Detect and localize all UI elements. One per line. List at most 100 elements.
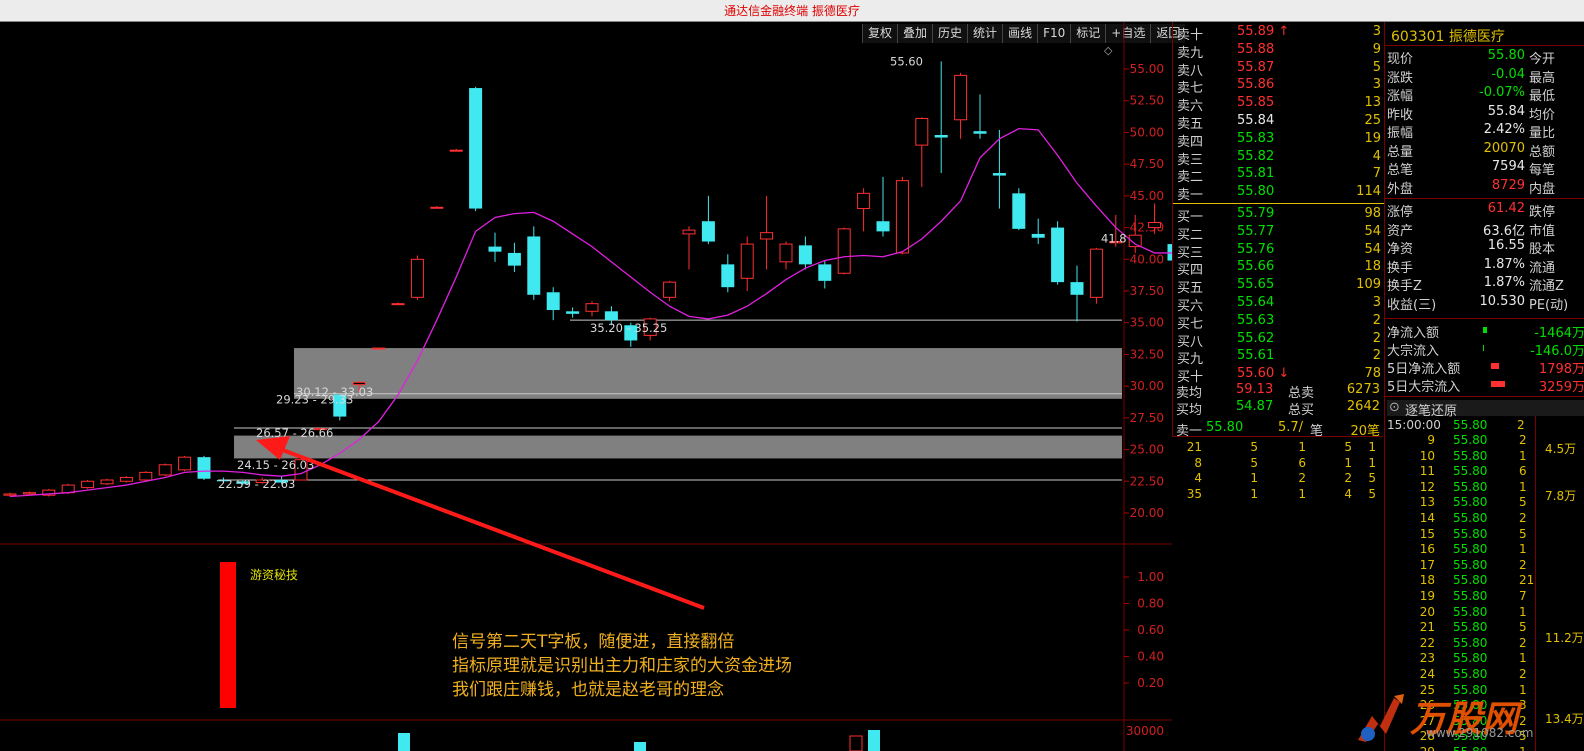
y-tick-label: 47.50 (1130, 157, 1164, 171)
y-tick-label: 27.50 (1130, 411, 1164, 425)
tick-volume: 1 (1519, 604, 1527, 619)
flow-bar-icon (1491, 363, 1499, 369)
price-annotation: 35.20 - 35.25 (590, 321, 667, 335)
info-label-right: 内盘 (1529, 181, 1556, 197)
info-row: 涨停 61.42 跌停 (1387, 201, 1584, 220)
info-value: 55.80 (1487, 48, 1525, 63)
candle-body (585, 303, 599, 312)
candle-body (1148, 222, 1162, 229)
candle-body (372, 347, 386, 350)
level-label: 买四 (1177, 263, 1204, 279)
y-tick-label: 30.00 (1130, 379, 1164, 393)
bid-row: 买六 55.64 3 (1177, 295, 1383, 314)
level-price: 55.80 (1237, 184, 1275, 200)
info-row: 换手Z 1.87% 流通Z (1387, 275, 1584, 294)
candle-body (701, 221, 715, 242)
y-tick-label: 35.00 (1130, 316, 1164, 330)
tick-index: 10 (1419, 448, 1435, 463)
tick-volume: 5 (1519, 495, 1527, 510)
info-label: 昨收 (1387, 107, 1414, 123)
ask-row: 卖四 55.83 19 (1177, 130, 1383, 150)
info-label-right: 总额 (1529, 144, 1556, 160)
y-tick-label: 52.50 (1130, 94, 1164, 108)
info-value: 8729 (1491, 177, 1525, 193)
indicator-tick-label: 1.00 (1137, 570, 1164, 584)
queue-value: 5 (1368, 471, 1376, 485)
tick-index: 14 (1419, 511, 1435, 525)
info-label: 净资 (1387, 242, 1414, 257)
level-price: 55.83 (1237, 130, 1275, 146)
info-label: 收益(三) (1387, 297, 1437, 313)
ask-row: 卖一 55.80 114 (1177, 184, 1383, 204)
queue-value: 1 (1250, 471, 1258, 485)
level-price: 55.77 (1237, 223, 1275, 239)
queue-divider (1172, 436, 1383, 437)
level-label: 买八 (1177, 334, 1204, 350)
level-price: 55.62 (1237, 330, 1275, 346)
candle-body (158, 464, 172, 476)
avg-buy-row: 买均 54.87 总买 2642 (1176, 399, 1382, 418)
flow-tick-icon (1491, 381, 1505, 387)
tick-index: 15 (1419, 526, 1435, 541)
level-volume: 114 (1356, 184, 1381, 200)
level-label: 卖一 (1177, 188, 1204, 204)
candle-body (449, 149, 463, 152)
y-tick-label: 50.00 (1130, 125, 1164, 139)
info-value: 16.55 (1487, 238, 1525, 253)
y-tick-label: 45.00 (1130, 189, 1164, 203)
support-zone (294, 348, 1122, 399)
info-row: 收益(三) 10.530 PE(动) (1387, 294, 1584, 313)
queue-value: 5 (1250, 440, 1258, 454)
ask-row: 卖二 55.81 7 (1177, 166, 1383, 185)
annotation-line-2: 指标原理就是识别出主力和庄家的大资金进场 (452, 656, 792, 676)
volume-bar (634, 742, 646, 751)
tick-index: 23 (1419, 651, 1435, 666)
level-volume: 7 (1372, 166, 1381, 182)
candle-body (779, 243, 793, 263)
info-row: 资产 63.6亿 市值 (1387, 220, 1584, 239)
sell1-price: 55.80 (1206, 420, 1244, 435)
tick-price: 55.80 (1453, 589, 1488, 603)
candle-body (100, 479, 114, 485)
info-label: 涨停 (1387, 205, 1414, 220)
order-book: 卖十 55.89 ↑ 3 卖九 55.88 9 卖八 55.87 5 卖七 55.86 3 卖六 55.8… (1172, 22, 1384, 437)
level-volume: 3 (1372, 295, 1381, 310)
level-label: 卖三 (1177, 152, 1204, 168)
sum-label: 总买 (1288, 403, 1315, 418)
watermark-url: www.291082.com (1426, 726, 1534, 740)
level-volume: 2 (1372, 348, 1381, 364)
tick-price: 55.80 (1453, 526, 1488, 541)
level-price: 55.85 (1237, 95, 1275, 111)
level-price: 55.66 (1237, 259, 1275, 275)
tick-price: 55.80 (1453, 433, 1488, 447)
tick-price: 55.80 (1453, 464, 1488, 479)
candle-body (915, 117, 929, 146)
level-volume: 5 (1372, 59, 1381, 75)
tick-price: 55.80 (1453, 511, 1488, 525)
info-label: 换手 (1387, 260, 1414, 276)
queue-value: 4 (1194, 471, 1202, 485)
level-volume: 13 (1364, 95, 1381, 111)
info-row: 振幅 2.42% 量比 (1387, 122, 1584, 141)
tick-price: 55.80 (1453, 448, 1488, 463)
stock-header[interactable]: 603301 振德医疗 (1391, 26, 1505, 46)
info-label-right: 流通 (1529, 260, 1556, 276)
bid-row: 买十 55.60 ↓ 78 (1177, 366, 1383, 385)
bid-row: 买四 55.66 18 (1177, 259, 1383, 279)
info-label-right: 市值 (1529, 223, 1556, 239)
tick-row: 19 55.80 7 (1385, 589, 1584, 604)
info-label-right: 最低 (1529, 89, 1556, 104)
tick-row: 20 55.80 1 (1385, 605, 1584, 620)
info-label-right: 跌停 (1529, 205, 1556, 220)
level-price: 55.87 (1237, 59, 1275, 75)
y-tick-label: 55.00 (1130, 62, 1164, 76)
price-annotation: 24.15 - 26.03 (237, 458, 314, 472)
level-volume: 2 (1372, 312, 1381, 328)
candle-body (139, 471, 153, 481)
info-row: 昨收 55.84 均价 (1387, 104, 1584, 123)
candle-body (197, 457, 211, 479)
info-label-right: 最高 (1529, 70, 1556, 86)
candle-body (682, 229, 696, 235)
info-header-divider (1385, 45, 1584, 46)
tick-index: 18 (1419, 573, 1435, 588)
